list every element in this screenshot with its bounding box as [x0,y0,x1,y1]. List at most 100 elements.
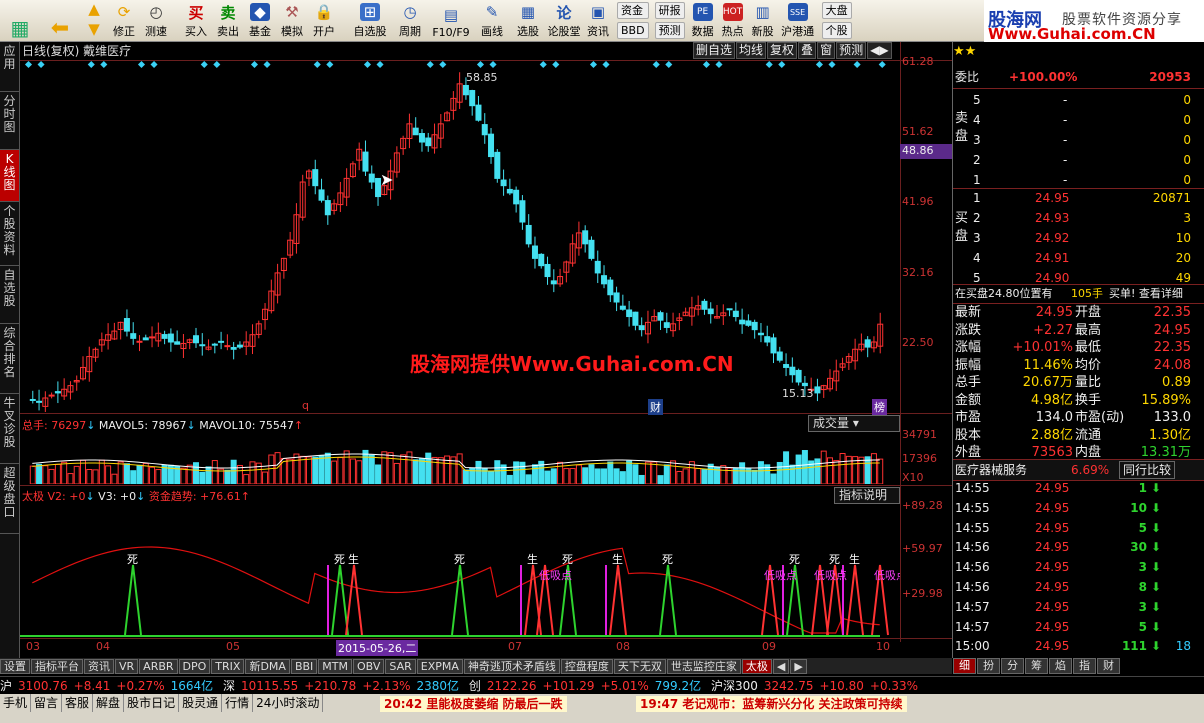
buy-level-row[interactable]: 1 24.95 20871 [953,188,1204,208]
overlay-button[interactable]: 叠 [798,42,817,59]
indicator-tab[interactable]: VR [115,658,139,674]
sell-level-row[interactable]: 3 - 0 [953,130,1204,150]
remove-watchlist-button[interactable]: 删自选 [693,42,736,59]
toolbar-btn-watchlist[interactable]: ⊞ 自选股 [348,0,392,41]
news-item[interactable]: 19:47 老记观市：蓝筹新兴分化 关注政策可持续 [636,696,907,712]
left-tab-watchlist[interactable]: 自选股 [0,266,19,324]
toolbar-btn-f10[interactable]: ▤ F10/F9 [428,0,474,41]
down-arrow-icon: ⬇ [1150,481,1161,495]
event-marker-finance[interactable]: 财 [648,399,663,415]
toolbar-btn-sell[interactable]: 卖卖出 [212,0,244,41]
news-item[interactable]: 20:42 里能极度萎缩 防最后一跌 [380,696,567,712]
grid-menu-button[interactable]: ▦ [0,0,40,41]
sell-level-row[interactable]: 4 - 0 [953,110,1204,130]
indicator-tab[interactable]: 资讯 [84,658,114,674]
status-tab[interactable]: 24小时滚动 [253,694,324,712]
toolbar-btn-hk[interactable]: SSE 沪港通 [778,0,818,41]
status-tab[interactable]: 留言 [31,694,63,712]
toolbar-btn-hot[interactable]: HOT 热点 [718,0,748,41]
quote-tab[interactable]: 指 [1073,658,1096,674]
quote-tab[interactable]: 财 [1097,658,1120,674]
indicator-tab[interactable]: MTM [318,658,352,674]
event-marker-q[interactable]: q [302,399,309,412]
left-tab-ranking[interactable]: 综合排名 [0,324,19,394]
index-button[interactable]: 大盘 [821,2,852,19]
toolbar-btn-draw[interactable]: ✎ 画线 [474,0,510,41]
toolbar-btn-open[interactable]: 🔒 开户 [308,0,340,41]
toolbar-btn-period[interactable]: ◷ 周期 [392,0,428,41]
indicator-tab[interactable]: OBV [353,658,385,674]
indicator-tab[interactable]: ARBR [139,658,178,674]
indicator-tab[interactable]: 世志监控庄家 [666,658,741,674]
left-tab-profile[interactable]: 个股资料 [0,202,19,266]
toolbar-btn-0[interactable]: ⟳ 修正 [108,0,140,41]
toolbar-btn-pe[interactable]: PE 数据 [688,0,718,41]
buy-level-row[interactable]: 3 24.92 10 [953,228,1204,248]
sell-level-row[interactable]: 1 - 0 [953,170,1204,190]
status-tab[interactable]: 行情 [222,694,254,712]
indicator-tab[interactable]: TRIX [211,658,245,674]
predict-button[interactable]: 预测 [836,42,867,59]
indicator-tab[interactable]: 设置 [0,658,30,674]
back-button[interactable]: ⬅ [40,0,80,41]
quote-value: 15.89% [1141,392,1191,408]
down-arrow-icon: ⬇ [1150,540,1161,555]
sector-name[interactable]: 医疗器械服务 [955,460,1027,480]
sell-level-row[interactable]: 2 - 0 [953,150,1204,170]
indicator-tab[interactable]: 太极 [741,658,772,674]
forecast-button[interactable]: 预测 [654,22,685,39]
indicator-tab[interactable]: 指标平台 [31,658,83,674]
nav-updown[interactable]: ▲ ▼ [80,0,108,41]
sell-level-row[interactable]: 5 - 0 [953,90,1204,110]
toolbar-btn-fund[interactable]: ◆ 基金 [244,0,276,41]
status-tab[interactable]: 股市日记 [124,694,180,712]
indicator-tab[interactable]: 控盘程度 [560,658,613,674]
toolbar-btn-1[interactable]: ◴ 测速 [140,0,172,41]
indicator-tab[interactable]: 新DMA [245,658,290,674]
indicator-tab[interactable]: 天下无双 [613,658,666,674]
status-tab[interactable]: 客服 [62,694,94,712]
signal-label: 低吸点 [814,569,847,582]
quote-tab[interactable]: 分 [1001,658,1024,674]
left-tab-kline[interactable]: K线图 [0,150,19,202]
indicator-tab[interactable]: BBI [290,658,318,674]
tab-scroll-left-icon[interactable]: ◀ [772,658,790,674]
report-button[interactable]: 研报 [654,2,685,19]
event-marker-list[interactable]: 榜 [872,399,887,415]
status-tab[interactable]: 手机 [0,694,32,712]
bbd-button[interactable]: BBD [617,22,649,39]
quote-tab[interactable]: 筹 [1025,658,1048,674]
indicator-tab[interactable]: SAR [385,658,416,674]
left-tab-diagnosis[interactable]: 牛叉诊股 [0,394,19,464]
stock-button[interactable]: 个股 [821,22,852,39]
peer-compare-button[interactable]: 同行比较 [1119,461,1176,479]
indicator-tab[interactable]: 神奇逃顶术矛盾线 [463,658,560,674]
ma-button[interactable]: 均线 [736,42,767,59]
indicator-tab[interactable]: DPO [178,658,211,674]
buy-level-row[interactable]: 2 24.93 3 [953,208,1204,228]
window-button[interactable]: 窗 [817,42,836,59]
tab-scroll-right-icon[interactable]: ▶ [790,658,807,674]
buy-level-row[interactable]: 4 24.91 20 [953,248,1204,268]
quote-tab[interactable]: 焰 [1049,658,1072,674]
volume-indicator-select[interactable]: 成交量 ▾ [808,415,900,432]
left-tab-orderbook[interactable]: 超级盘口 [0,464,19,534]
left-tab-intraday[interactable]: 分时图 [0,92,19,150]
zijin-button[interactable]: 资金 [617,2,649,19]
toolbar-btn-sim[interactable]: ⚒ 模拟 [276,0,308,41]
toolbar-btn-buy[interactable]: 买买入 [180,0,212,41]
toolbar-btn-news[interactable]: ▣ 资讯 [582,0,614,41]
status-tab[interactable]: 解盘 [93,694,125,712]
status-tab[interactable]: 股灵通 [179,694,223,712]
toolbar-btn-forum[interactable]: 论论股堂 [546,0,582,41]
quote-tab[interactable]: 扮 [977,658,1000,674]
quote-tab[interactable]: 细 [953,658,976,674]
toolbar-btn-select[interactable]: ▦ 选股 [510,0,546,41]
toolbar-btn-ipo[interactable]: ▥ 新股 [748,0,778,41]
left-tab-apps[interactable]: 应用 [0,42,19,92]
indicator-help-button[interactable]: 指标说明 [834,487,900,504]
adjust-button[interactable]: 复权 [767,42,798,59]
scroll-button[interactable]: ◀▶ [867,42,892,59]
order-notice[interactable]: 在买盘24.80位置有 105手 买单! 查看详细 [953,284,1204,304]
indicator-tab[interactable]: EXPMA [416,658,463,674]
